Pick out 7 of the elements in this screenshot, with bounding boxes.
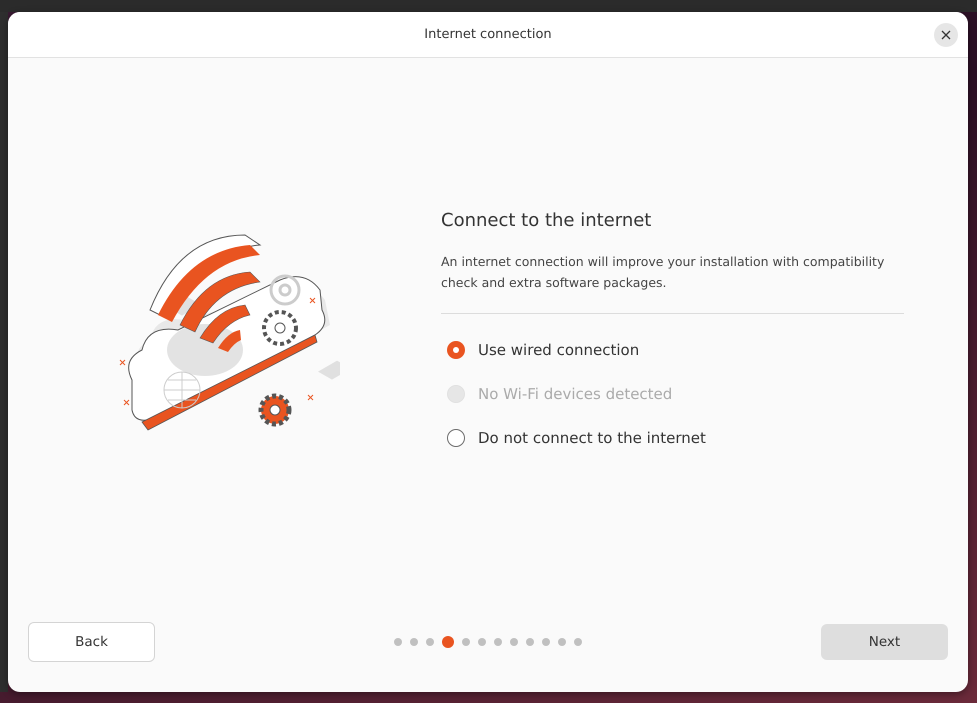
back-button[interactable]: Back: [28, 622, 155, 662]
window-title: Internet connection: [424, 27, 552, 42]
next-button[interactable]: Next: [821, 624, 948, 660]
description-text: An internet connection will improve your installation with compatibility check and extra software packages.: [441, 253, 886, 292]
radio-option[interactable]: Use wired connection: [441, 328, 904, 372]
page-heading: Connect to the internet: [441, 210, 652, 231]
radio-option[interactable]: Do not connect to the internet: [441, 416, 904, 460]
